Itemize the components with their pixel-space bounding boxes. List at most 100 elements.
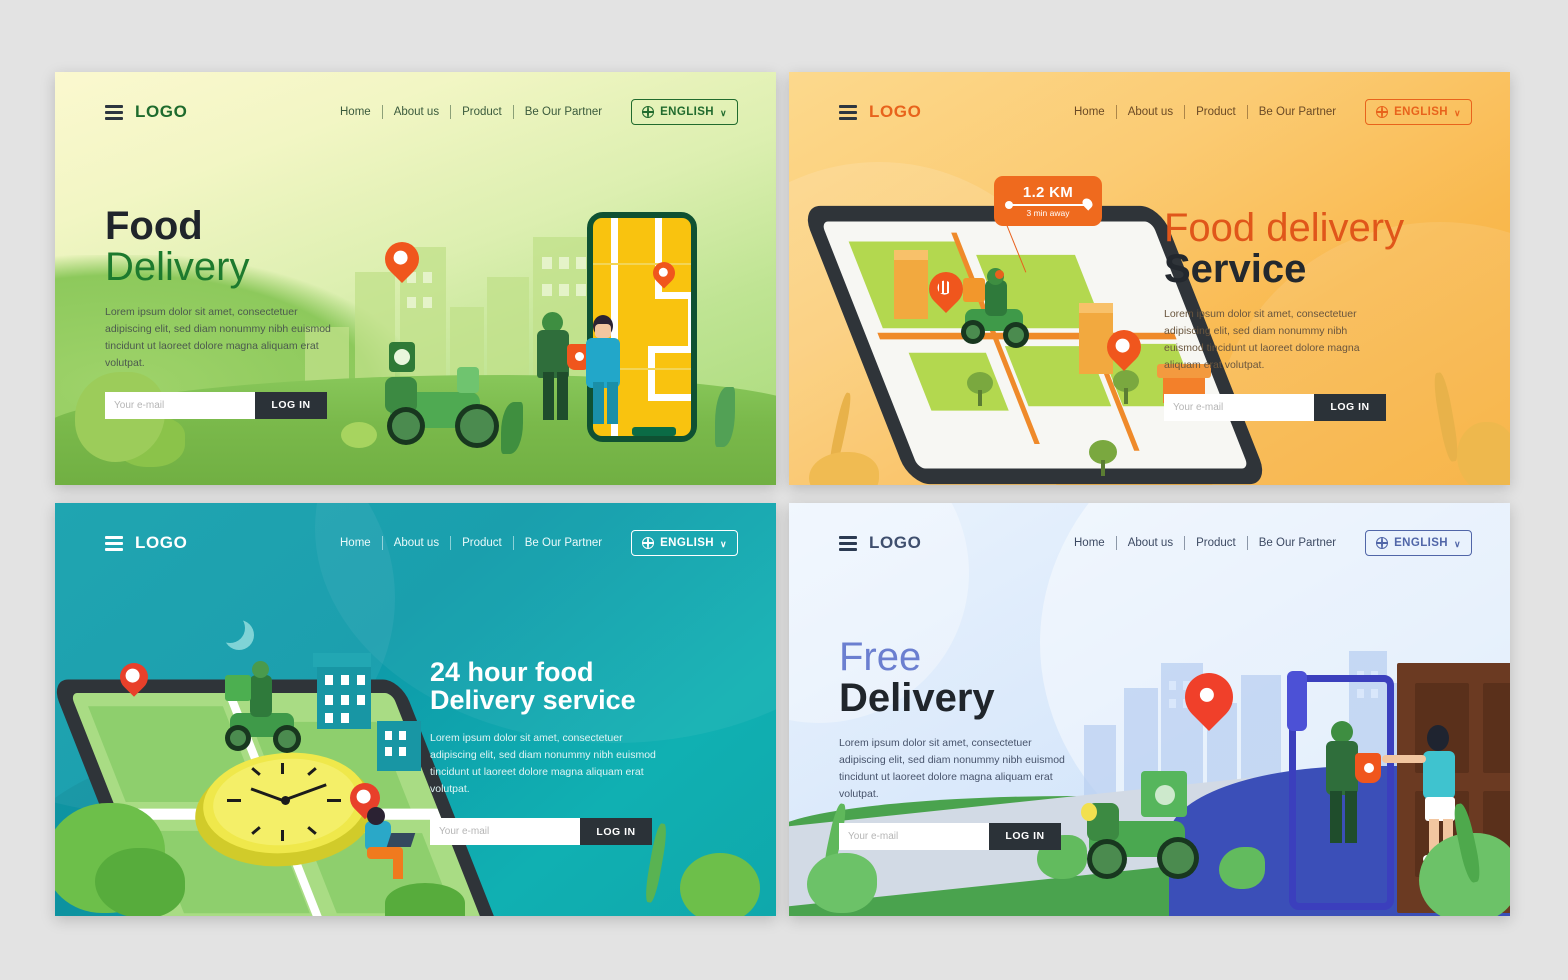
email-input[interactable] bbox=[430, 818, 580, 846]
nav-separator bbox=[381, 105, 383, 119]
language-selector[interactable]: ENGLISH ∨ bbox=[1365, 530, 1472, 556]
nav-separator bbox=[450, 105, 452, 119]
nav-item-about-us[interactable]: About us bbox=[1117, 537, 1184, 549]
nav-item-about-us[interactable]: About us bbox=[1117, 106, 1184, 118]
hamburger-icon[interactable] bbox=[839, 104, 857, 120]
phone-mockup bbox=[587, 212, 697, 442]
nav-separator bbox=[381, 536, 383, 550]
nav-separator bbox=[512, 105, 514, 119]
nav-item-home[interactable]: Home bbox=[1063, 537, 1116, 549]
signup-form-blue: LOG IN bbox=[839, 822, 1061, 850]
nav-separator bbox=[1115, 536, 1117, 550]
distance-badge: 1.2 KM 3 min away bbox=[994, 176, 1102, 226]
logo-text: LOGO bbox=[869, 102, 922, 121]
nav-item-about-us[interactable]: About us bbox=[383, 537, 450, 549]
badge-eta: 3 min away bbox=[1026, 208, 1070, 218]
brand-blue[interactable]: LOGO bbox=[839, 533, 921, 553]
login-button[interactable]: LOG IN bbox=[1314, 393, 1386, 421]
destination-pin-icon bbox=[1099, 322, 1149, 372]
chevron-down-icon: ∨ bbox=[1454, 107, 1461, 118]
hamburger-icon[interactable] bbox=[105, 535, 123, 551]
header-orange: LOGO Home About us Product Be Our Partne… bbox=[789, 72, 1510, 152]
nav-item-be-our-partner[interactable]: Be Our Partner bbox=[514, 106, 613, 118]
header-blue: LOGO Home About us Product Be Our Partne… bbox=[789, 503, 1510, 583]
nav-separator bbox=[1184, 536, 1186, 550]
location-pin-icon bbox=[1175, 663, 1243, 731]
hero-paragraph: Lorem ipsum dolor sit amet, consectetuer… bbox=[1164, 307, 1360, 371]
nav-item-be-our-partner[interactable]: Be Our Partner bbox=[1248, 537, 1347, 549]
panel-free-delivery-blue: LOGO Home About us Product Be Our Partne… bbox=[789, 503, 1510, 916]
chevron-down-icon: ∨ bbox=[720, 538, 727, 549]
email-input[interactable] bbox=[1164, 393, 1314, 421]
moon-icon bbox=[215, 613, 245, 643]
headline-line1: Food bbox=[105, 204, 203, 248]
nav-item-home[interactable]: Home bbox=[329, 537, 382, 549]
hero-copy-blue: Free Delivery Lorem ipsum dolor sit amet… bbox=[839, 637, 1139, 850]
logo-text: LOGO bbox=[135, 533, 188, 552]
language-selector[interactable]: ENGLISH ∨ bbox=[631, 99, 738, 125]
panel-food-delivery-service-orange: 1.2 KM 3 min away LOGO Home About us Pro… bbox=[789, 72, 1510, 485]
nav-item-be-our-partner[interactable]: Be Our Partner bbox=[514, 537, 613, 549]
globe-icon bbox=[1375, 536, 1389, 549]
nav-item-about-us[interactable]: About us bbox=[383, 106, 450, 118]
user-pin-icon bbox=[343, 776, 387, 820]
nav-separator bbox=[1246, 536, 1248, 550]
signup-form-orange: LOG IN bbox=[1164, 393, 1386, 421]
brand-orange[interactable]: LOGO bbox=[839, 102, 921, 122]
nav-separator bbox=[1246, 105, 1248, 119]
signup-form-green: LOG IN bbox=[105, 391, 327, 419]
headline-line2: Delivery service bbox=[430, 684, 636, 715]
main-nav-teal: Home About us Product Be Our Partner ENG… bbox=[329, 530, 738, 556]
nav-separator bbox=[1115, 105, 1117, 119]
nav-item-product[interactable]: Product bbox=[1185, 537, 1247, 549]
main-nav-blue: Home About us Product Be Our Partner ENG… bbox=[1063, 530, 1472, 556]
badge-distance: 1.2 KM bbox=[1022, 184, 1074, 201]
brand-green[interactable]: LOGO bbox=[105, 102, 187, 122]
email-input[interactable] bbox=[839, 822, 989, 850]
chevron-down-icon: ∨ bbox=[1454, 538, 1461, 549]
hero-copy-green: Food Delivery Lorem ipsum dolor sit amet… bbox=[105, 206, 405, 419]
nav-separator bbox=[1184, 105, 1186, 119]
language-label: ENGLISH bbox=[660, 106, 714, 118]
headline-line1: Free bbox=[839, 635, 922, 679]
login-button[interactable]: LOG IN bbox=[989, 822, 1061, 850]
chevron-down-icon: ∨ bbox=[720, 107, 727, 118]
hero-paragraph: Lorem ipsum dolor sit amet, consectetuer… bbox=[105, 305, 331, 369]
header-teal: LOGO Home About us Product Be Our Partne… bbox=[55, 503, 776, 583]
logo-text: LOGO bbox=[135, 102, 188, 121]
language-label: ENGLISH bbox=[1394, 537, 1448, 549]
hamburger-icon[interactable] bbox=[839, 535, 857, 551]
restaurant-pin-icon bbox=[114, 657, 154, 697]
headline-line2: Delivery bbox=[105, 244, 250, 289]
header-green: LOGO Home About us Product Be Our Partne… bbox=[55, 72, 776, 152]
nav-item-product[interactable]: Product bbox=[451, 106, 513, 118]
language-selector[interactable]: ENGLISH ∨ bbox=[631, 530, 738, 556]
hero-paragraph: Lorem ipsum dolor sit amet, consectetuer… bbox=[839, 736, 1065, 800]
language-label: ENGLISH bbox=[660, 537, 714, 549]
main-nav-orange: Home About us Product Be Our Partner ENG… bbox=[1063, 99, 1472, 125]
headline-line1: Food delivery bbox=[1164, 206, 1405, 250]
hero-copy-teal: 24 hour food Delivery service Lorem ipsu… bbox=[430, 657, 730, 846]
nav-item-product[interactable]: Product bbox=[451, 537, 513, 549]
panel-food-delivery-green: LOGO Home About us Product Be Our Partne… bbox=[55, 72, 776, 485]
hero-copy-orange: Food delivery Service Lorem ipsum dolor … bbox=[1164, 208, 1464, 421]
hamburger-icon[interactable] bbox=[105, 104, 123, 120]
nav-item-be-our-partner[interactable]: Be Our Partner bbox=[1248, 106, 1347, 118]
globe-icon bbox=[641, 105, 655, 118]
nav-item-product[interactable]: Product bbox=[1185, 106, 1247, 118]
login-button[interactable]: LOG IN bbox=[255, 391, 327, 419]
main-nav-green: Home About us Product Be Our Partner ENG… bbox=[329, 99, 738, 125]
login-button[interactable]: LOG IN bbox=[580, 818, 652, 846]
nav-item-home[interactable]: Home bbox=[329, 106, 382, 118]
brand-teal[interactable]: LOGO bbox=[105, 533, 187, 553]
language-selector[interactable]: ENGLISH ∨ bbox=[1365, 99, 1472, 125]
globe-icon bbox=[641, 536, 655, 549]
email-input[interactable] bbox=[105, 391, 255, 419]
nav-item-home[interactable]: Home bbox=[1063, 106, 1116, 118]
nav-separator bbox=[512, 536, 514, 550]
globe-icon bbox=[1375, 105, 1389, 118]
panel-24-hour-delivery-teal: LOGO Home About us Product Be Our Partne… bbox=[55, 503, 776, 916]
landing-page-collection: LOGO Home About us Product Be Our Partne… bbox=[0, 0, 1568, 980]
headline-line1: 24 hour food bbox=[430, 657, 594, 687]
nav-separator bbox=[450, 536, 452, 550]
